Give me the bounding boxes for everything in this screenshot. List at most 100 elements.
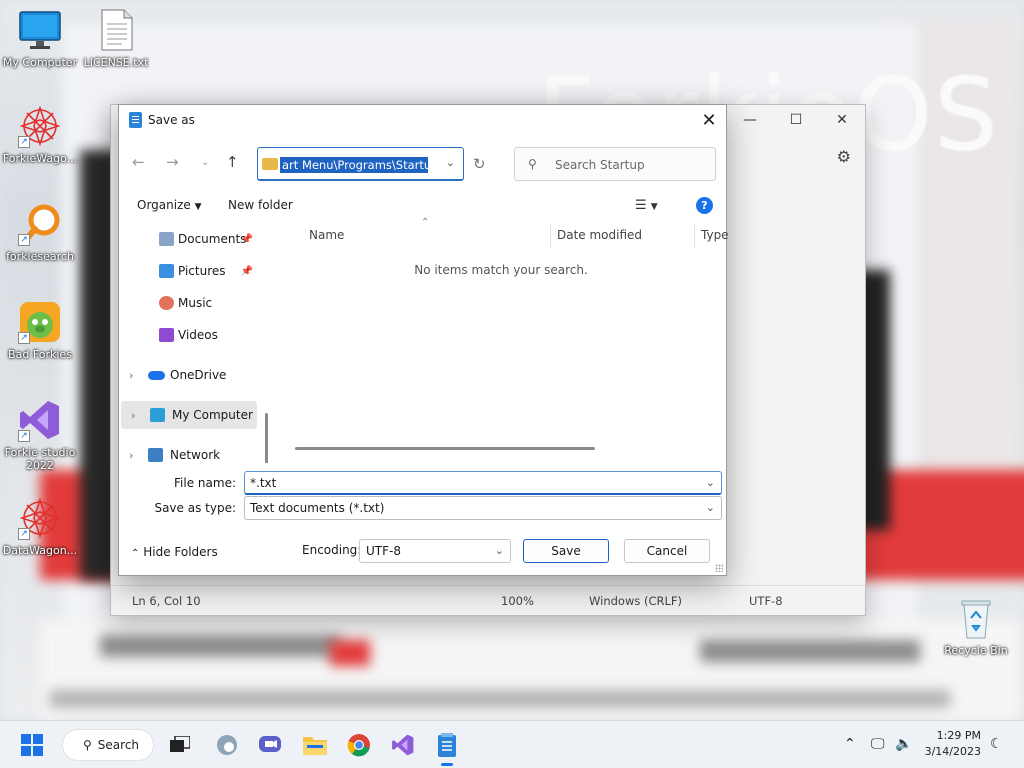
nav-item-music[interactable]: Music <box>119 289 259 317</box>
address-bar[interactable]: art Menu\Programs\Startup ⌄ <box>257 147 464 181</box>
hide-folders-button[interactable]: ⌃ Hide Folders <box>131 545 218 559</box>
nav-item-network[interactable]: › Network <box>119 441 259 463</box>
nav-item-my-computer-selected[interactable]: › My Computer <box>121 401 257 429</box>
network-icon <box>148 448 163 462</box>
forward-arrow-icon[interactable]: → <box>166 153 179 171</box>
monitor-icon <box>18 8 62 52</box>
file-name-value: *.txt <box>250 476 277 490</box>
horizontal-scrollbar[interactable] <box>295 447 595 450</box>
help-icon[interactable]: ? <box>696 197 713 214</box>
system-clock[interactable]: 1:29 PM 3/14/2023 <box>925 728 981 760</box>
pin-icon: 📌 <box>240 265 253 277</box>
desktop-icon-my-computer[interactable]: My Computer <box>0 8 80 69</box>
desktop-icon-datawagon[interactable]: ↗ DataWagon... <box>0 496 80 557</box>
save-button[interactable]: Save <box>523 539 609 563</box>
chat-icon[interactable] <box>256 731 284 759</box>
chevron-down-icon[interactable]: ⌄ <box>495 544 504 557</box>
close-icon[interactable]: ✕ <box>819 105 865 135</box>
address-path[interactable]: art Menu\Programs\Startup <box>280 157 428 173</box>
file-explorer-icon[interactable] <box>301 731 329 759</box>
search-box[interactable]: ⚲ Search Startup <box>514 147 716 181</box>
desktop-icon-forkie-studio[interactable]: ↗ Forkie studio 2022 <box>0 398 80 472</box>
desktop-icon-recycle-bin[interactable]: Recycle Bin <box>938 596 1014 657</box>
chevron-right-icon[interactable]: › <box>131 409 135 422</box>
column-header-type[interactable]: Type <box>701 228 729 242</box>
cloud-icon <box>148 371 165 380</box>
notepad-status-bar: Ln 6, Col 10 100% Windows (CRLF) UTF-8 <box>111 585 865 615</box>
desktop-icon-label: DataWagon... <box>2 544 78 557</box>
close-icon[interactable]: ✕ <box>692 105 726 135</box>
wagon-logo-icon: ↗ <box>18 496 62 540</box>
chevron-down-icon[interactable]: ⌄ <box>446 156 455 169</box>
back-arrow-icon[interactable]: ← <box>132 153 145 171</box>
navigation-scrollbar[interactable] <box>265 413 268 463</box>
studio-icon[interactable] <box>389 731 417 759</box>
desktop-icon-forkiewagon[interactable]: ↗ ForkieWago... <box>0 104 80 165</box>
edge-browser-icon[interactable] <box>213 731 241 759</box>
file-list-pane: ⌃ Name Date modified Type No items match… <box>275 217 729 450</box>
network-status-icon[interactable]: 🖵 <box>871 736 885 752</box>
notepad-taskbar-icon[interactable] <box>433 731 461 759</box>
organize-button[interactable]: Organize ▼ <box>137 198 202 212</box>
desktop-icon-label: Forkie studio 2022 <box>4 446 76 472</box>
new-folder-button[interactable]: New folder <box>228 198 293 212</box>
minimize-icon[interactable]: — <box>727 105 773 135</box>
taskbar-search-label: Search <box>97 738 140 752</box>
nav-item-pictures[interactable]: Pictures 📌 <box>119 257 259 285</box>
videos-icon <box>159 328 174 342</box>
nav-item-videos[interactable]: Videos <box>119 321 259 349</box>
game-icon: ↗ <box>18 300 62 344</box>
nav-item-documents[interactable]: Documents 📌 <box>119 225 259 253</box>
chevron-down-icon[interactable]: ⌄ <box>706 501 715 514</box>
chrome-icon[interactable] <box>345 731 373 759</box>
chevron-right-icon[interactable]: › <box>129 369 133 382</box>
recent-locations-chevron-icon[interactable]: ⌄ <box>201 157 209 168</box>
save-as-type-row: Save as type: Text documents (*.txt) ⌄ <box>119 496 726 520</box>
volume-icon[interactable]: 🔈 <box>895 736 912 752</box>
desktop-icon-label: LICENSE.txt <box>83 56 149 69</box>
dialog-title-bar: Save as ✕ <box>119 105 726 137</box>
task-view-icon[interactable] <box>166 731 194 759</box>
gear-icon[interactable]: ⚙ <box>837 147 851 166</box>
do-not-disturb-icon[interactable]: ☾ <box>990 736 1003 752</box>
column-separator[interactable] <box>694 223 695 249</box>
view-options-icon[interactable]: ☰ ▼ <box>635 198 658 213</box>
nav-item-label: OneDrive <box>170 368 227 382</box>
file-name-input[interactable]: *.txt ⌄ <box>244 471 722 495</box>
cursor-position: Ln 6, Col 10 <box>132 593 201 608</box>
chevron-up-icon: ⌃ <box>131 548 140 559</box>
save-as-type-select[interactable]: Text documents (*.txt) ⌄ <box>244 496 722 520</box>
text-file-icon <box>94 8 138 52</box>
encoding-label: Encoding: <box>302 543 362 557</box>
desktop-icon-bad-forkies[interactable]: ↗ Bad Forkies <box>0 300 80 361</box>
nav-item-onedrive[interactable]: › OneDrive <box>119 361 259 389</box>
nav-item-label: Documents <box>178 232 247 246</box>
refresh-icon[interactable]: ↻ <box>473 155 486 173</box>
nav-item-label: Network <box>170 448 221 462</box>
column-separator[interactable] <box>550 223 551 249</box>
up-arrow-icon[interactable]: ↑ <box>226 153 239 171</box>
desktop-icon-license[interactable]: LICENSE.txt <box>76 8 156 69</box>
encoding-value: UTF-8 <box>366 544 401 558</box>
pictures-icon <box>159 264 174 278</box>
resize-grip[interactable] <box>715 564 723 572</box>
chevron-right-icon[interactable]: › <box>129 449 133 462</box>
desktop-icon-label: ForkieWago... <box>2 152 78 165</box>
chevron-down-icon[interactable]: ⌄ <box>706 476 715 489</box>
column-header-name[interactable]: Name <box>309 228 344 242</box>
organize-label: Organize <box>137 198 191 212</box>
taskbar: ⚲ Search ⌃ 🖵 🔈 1:29 PM 3/14/2023 ☾ <box>0 720 1024 768</box>
cancel-button[interactable]: Cancel <box>624 539 710 563</box>
empty-message: No items match your search. <box>414 263 588 277</box>
encoding-select[interactable]: UTF-8 ⌄ <box>359 539 511 563</box>
maximize-icon[interactable]: ☐ <box>773 105 819 135</box>
column-header-date-modified[interactable]: Date modified <box>557 228 642 242</box>
active-app-indicator <box>441 763 453 766</box>
taskbar-search[interactable]: ⚲ Search <box>62 729 154 761</box>
search-icon: ⚲ <box>83 738 92 752</box>
window-controls: — ☐ ✕ <box>727 105 865 135</box>
start-icon[interactable] <box>18 731 46 759</box>
desktop-icon-forkiesearch[interactable]: ↗ forkiesearch <box>0 202 80 263</box>
chevron-up-icon[interactable]: ⌃ <box>844 736 856 752</box>
search-placeholder: Search Startup <box>555 158 645 172</box>
